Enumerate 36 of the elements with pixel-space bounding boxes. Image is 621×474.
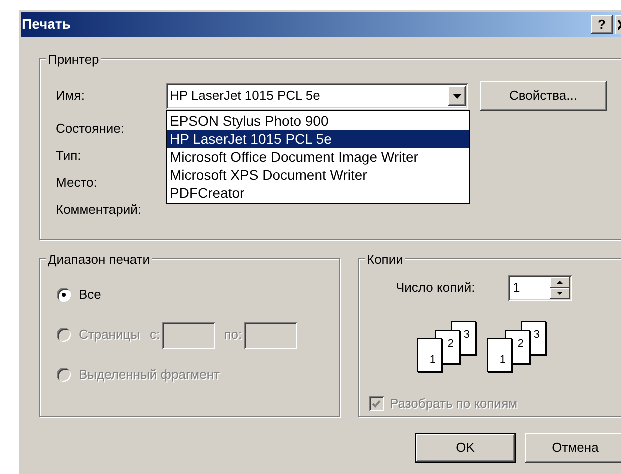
help-button[interactable]: ? [591, 15, 613, 34]
printer-option[interactable]: HP LaserJet 1015 PCL 5e [167, 130, 469, 148]
info-label: Место: [56, 175, 98, 191]
page-number: 1 [430, 355, 436, 366]
printer-dropdown[interactable]: HP LaserJet 1015 PCL 5e [166, 83, 468, 109]
from-label: с: [150, 326, 160, 344]
check-icon [372, 400, 381, 408]
properties-button[interactable]: Свойства... [480, 81, 607, 111]
window-title: Печать [22, 15, 71, 34]
info-label: Тип: [56, 148, 82, 164]
down-arrow-icon [557, 292, 563, 295]
caret-icon [452, 94, 462, 98]
radio-label: Страницы [79, 326, 140, 344]
spin-down-button[interactable] [550, 288, 570, 299]
page-number: 2 [448, 339, 454, 350]
cancel-button[interactable]: Отмена [525, 433, 621, 463]
copies-label: Число копий: [396, 279, 476, 298]
copies-spinner[interactable]: 1 [508, 275, 572, 301]
radio-label: Выделенный фрагмент [79, 366, 220, 384]
selected-printer: HP LaserJet 1015 PCL 5e [170, 87, 322, 106]
ok-button[interactable]: OK [415, 433, 516, 463]
radio-label: Все [79, 286, 102, 304]
radio-button[interactable] [57, 288, 71, 302]
copies-value: 1 [513, 279, 522, 298]
to-label: по: [224, 326, 242, 344]
collate-label: Разобрать по копиям [390, 395, 518, 413]
dropdown-arrow-button[interactable] [448, 86, 466, 106]
page-number: 3 [464, 330, 470, 341]
up-arrow-icon [557, 281, 563, 284]
info-label: Комментарий: [56, 202, 142, 218]
page-number: 1 [500, 355, 506, 366]
name-label: Имя: [56, 87, 86, 106]
page-number: 3 [534, 330, 540, 341]
info-label: Состояние: [56, 121, 124, 137]
spin-up-button[interactable] [550, 277, 570, 288]
page-number: 2 [518, 339, 524, 350]
